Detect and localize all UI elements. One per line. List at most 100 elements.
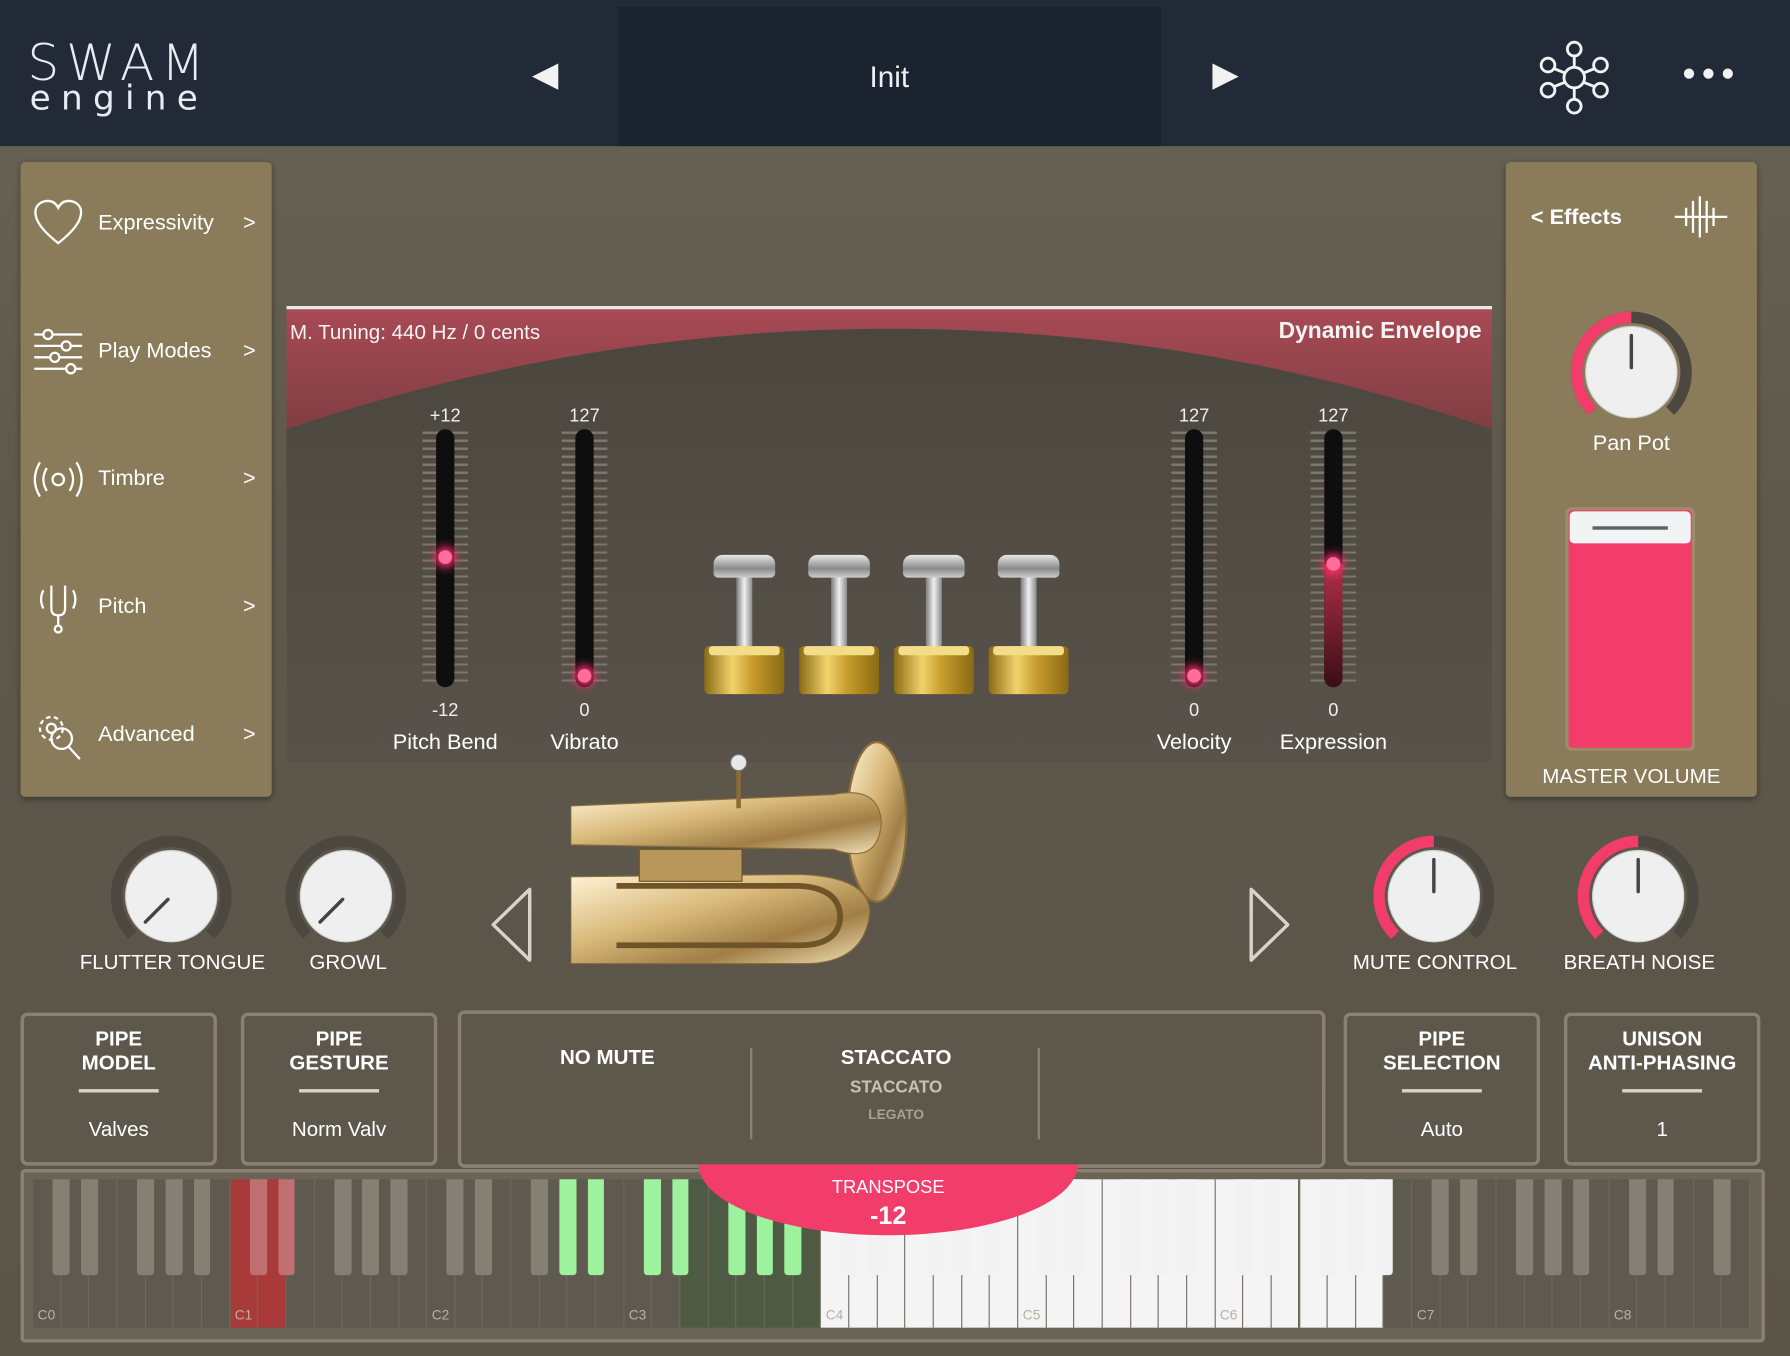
transpose-value: -12 (870, 1200, 907, 1230)
dynamic-envelope-label[interactable]: Dynamic Envelope (1279, 319, 1482, 345)
octave-label: C0 (37, 1307, 56, 1324)
vibrato-handle[interactable] (577, 668, 592, 683)
pipe-model-value: Valves (88, 1117, 149, 1141)
octave-label: C5 (1022, 1307, 1041, 1324)
pitch-bend-handle[interactable] (438, 550, 453, 564)
octave-label: C4 (825, 1307, 844, 1324)
heart-icon (30, 195, 87, 252)
flutter-tongue-knob[interactable] (110, 835, 233, 964)
swam-engine-window: SWAM engine ◀ Init ▶ M. Tuning: 440 Hz /… (0, 0, 1790, 1356)
pan-pot-label: Pan Pot (1592, 431, 1670, 456)
articulation-selector[interactable]: STACCATO STACCATO LEGATO (753, 1046, 1038, 1122)
velocity-max: 127 (1178, 406, 1210, 426)
expression-min: 0 (1328, 700, 1339, 721)
sidebar-item-label: Advanced (98, 722, 195, 747)
pipe-selection-value: Auto (1420, 1117, 1463, 1141)
effects-back-button[interactable]: < Effects (1531, 205, 1622, 230)
master-volume-slider[interactable] (1565, 506, 1696, 752)
chevron-right-icon: > (243, 722, 256, 747)
sidebar-item-expressivity[interactable]: Expressivity > (21, 192, 272, 256)
preset-name: Init (869, 58, 910, 94)
sidebar-item-advanced[interactable]: Advanced > (21, 703, 272, 767)
pitch-bend-min: -12 (432, 700, 459, 721)
transpose-control[interactable]: TRANSPOSE -12 (698, 1164, 1078, 1236)
sliders-icon (30, 323, 87, 380)
octave-label: C8 (1613, 1307, 1632, 1324)
chevron-right-icon: > (243, 594, 256, 619)
chevron-right-icon: > (243, 211, 256, 236)
previous-preset-button[interactable]: ◀ (532, 55, 558, 95)
pipe-model-title2: MODEL (81, 1051, 156, 1075)
pipe-gesture-selector[interactable]: PIPE GESTURE Norm Valv (240, 1012, 438, 1166)
valve-1[interactable] (704, 554, 785, 703)
sidebar-item-label: Timbre (98, 466, 165, 491)
breath-noise-knob[interactable] (1577, 835, 1700, 964)
radiate-icon (30, 451, 87, 508)
pipe-gesture-title1: PIPE (315, 1027, 363, 1051)
mute-articulation-panel: NO MUTE STACCATO STACCATO LEGATO (457, 1010, 1326, 1168)
tuba-image (570, 740, 908, 965)
mute-control-knob[interactable] (1372, 835, 1495, 964)
breath-noise-label: BREATH NOISE (1563, 950, 1716, 974)
effects-panel: < Effects Pan Pot MASTER VOLUME (1505, 162, 1757, 797)
swam-logo: SWAM engine (27, 38, 211, 119)
unison-title1: UNISON (1622, 1027, 1703, 1051)
flutter-tongue-label: FLUTTER TONGUE (79, 950, 266, 974)
network-icon[interactable] (1537, 40, 1612, 115)
octave-label: C6 (1219, 1307, 1238, 1324)
chevron-right-icon: > (243, 466, 256, 491)
transpose-label: TRANSPOSE (831, 1178, 945, 1198)
valve-3[interactable] (893, 554, 974, 703)
more-options-icon[interactable] (1683, 68, 1733, 79)
unison-value: 1 (1656, 1117, 1668, 1141)
sidebar-item-pitch[interactable]: Pitch > (21, 575, 272, 639)
master-volume-label: MASTER VOLUME (1542, 764, 1721, 788)
tuning-fork-icon (30, 579, 87, 636)
unison-title2: ANTI-PHASING (1587, 1051, 1737, 1075)
master-volume-handle[interactable] (1569, 511, 1691, 544)
sidebar-item-timbre[interactable]: Timbre > (21, 448, 272, 512)
logo-line2: engine (29, 78, 209, 119)
top-bar: SWAM engine ◀ Init ▶ (0, 0, 1790, 147)
octave-label: C3 (628, 1307, 647, 1324)
unison-anti-phasing-selector[interactable]: UNISON ANTI-PHASING 1 (1563, 1012, 1761, 1166)
sidebar-item-label: Play Modes (98, 339, 212, 364)
pitch-bend-max: +12 (429, 406, 461, 426)
pipe-model-title1: PIPE (95, 1027, 143, 1051)
mute-control-label: MUTE CONTROL (1352, 950, 1518, 974)
pipe-model-selector[interactable]: PIPE MODEL Valves (20, 1012, 217, 1166)
sidebar: Expressivity > Play Modes > Timbre > Pit… (20, 162, 272, 797)
valve-2[interactable] (799, 554, 880, 703)
chevron-right-icon: > (243, 339, 256, 364)
octave-label: C2 (431, 1307, 450, 1324)
velocity-min: 0 (1189, 700, 1200, 721)
sidebar-item-label: Pitch (98, 594, 147, 619)
articulation-selected: STACCATO (840, 1045, 952, 1069)
master-tuning-label[interactable]: M. Tuning: 440 Hz / 0 cents (290, 321, 540, 345)
sidebar-item-label: Expressivity (98, 211, 214, 236)
mute-selector[interactable]: NO MUTE (461, 1046, 753, 1070)
articulation-option[interactable]: LEGATO (753, 1106, 1038, 1122)
pan-pot-knob[interactable] (1570, 311, 1693, 440)
previous-instrument-arrow-icon[interactable] (489, 886, 535, 964)
pipe-selection-title2: SELECTION (1383, 1051, 1501, 1075)
valve-4[interactable] (988, 554, 1069, 703)
articulation-option[interactable]: STACCATO (753, 1078, 1038, 1097)
growl-knob[interactable] (284, 835, 407, 964)
velocity-handle[interactable] (1187, 668, 1201, 683)
vibrato-max: 127 (569, 406, 600, 426)
preset-display[interactable]: Init (617, 6, 1162, 147)
next-instrument-arrow-icon[interactable] (1247, 886, 1293, 964)
pipe-selection-selector[interactable]: PIPE SELECTION Auto (1343, 1012, 1541, 1166)
growl-label: GROWL (309, 950, 388, 974)
waveform-icon[interactable] (1672, 194, 1729, 240)
pipe-gesture-title2: GESTURE (289, 1051, 389, 1075)
next-preset-button[interactable]: ▶ (1212, 55, 1238, 95)
pipe-gesture-value: Norm Valv (291, 1117, 387, 1141)
sidebar-item-play-modes[interactable]: Play Modes > (21, 320, 272, 384)
expression-label: Expression (1279, 730, 1388, 755)
pipe-selection-title1: PIPE (1418, 1027, 1466, 1051)
gear-search-icon (30, 707, 87, 764)
expression-max: 127 (1318, 406, 1349, 426)
octave-label: C1 (234, 1307, 253, 1324)
